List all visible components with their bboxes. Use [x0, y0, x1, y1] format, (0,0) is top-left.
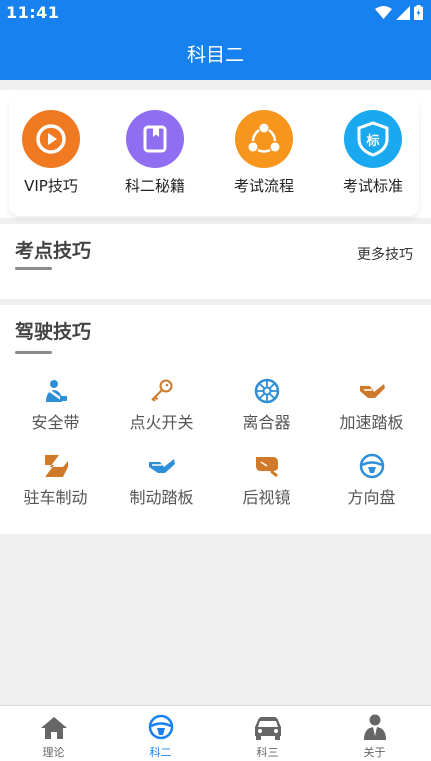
system-icons [375, 5, 423, 20]
status-bar: 11:41 [0, 0, 431, 26]
quick-entry-standard[interactable]: 标 考试标准 [323, 110, 423, 196]
quick-entry-label: 考试标准 [342, 177, 403, 195]
skill-label: 加速踏板 [339, 413, 404, 432]
tab-subject-three[interactable]: 科三 [214, 706, 321, 761]
tab-label: 理论 [42, 746, 65, 759]
steering-wheel-icon [148, 714, 173, 740]
battery-icon [414, 5, 423, 20]
seatbelt-icon [45, 380, 67, 403]
tab-label: 科三 [256, 746, 279, 759]
section-underline [15, 267, 52, 270]
wifi-icon [375, 5, 392, 19]
skill-item-handbrake[interactable]: 驻车制动 [2, 452, 109, 508]
quick-entry-label: VIP技巧 [24, 177, 78, 195]
clutch-icon [254, 378, 279, 404]
person-icon [363, 714, 386, 740]
skill-label: 安全带 [31, 413, 80, 432]
section-title: 考点技巧 [15, 240, 92, 262]
car-icon [254, 717, 281, 740]
shield-badge-icon: 标 [344, 110, 402, 168]
home-icon [40, 717, 67, 739]
skill-label: 离合器 [242, 413, 291, 432]
brake-pedal-icon [148, 459, 175, 473]
handbrake-icon [44, 455, 68, 477]
driving-skills-section: 驾驶技巧 安全带 点火开关 离合器 加速踏板 驻车制动 制动踏板 后视镜 方向盘 [0, 305, 431, 534]
quick-entry-vip[interactable]: VIP技巧 [1, 110, 101, 196]
quick-entry-card: VIP技巧 科二秘籍 考试流程 标 考试标准 [9, 96, 419, 216]
accelerator-pedal-icon [359, 384, 385, 398]
skill-label: 方向盘 [347, 488, 396, 507]
quick-entry-secrets[interactable]: 科二秘籍 [105, 110, 205, 196]
skill-label: 制动踏板 [129, 488, 194, 507]
skill-item-accelerator[interactable]: 加速踏板 [318, 377, 425, 433]
tab-about[interactable]: 关于 [321, 706, 428, 761]
skill-item-brake-pedal[interactable]: 制动踏板 [108, 452, 215, 508]
section-title: 驾驶技巧 [15, 321, 92, 343]
tab-theory[interactable]: 理论 [0, 706, 107, 761]
status-time: 11:41 [6, 3, 60, 22]
skill-label: 驻车制动 [23, 488, 88, 507]
badge-text: 标 [366, 133, 380, 149]
section-underline [15, 351, 52, 354]
skill-label: 点火开关 [129, 413, 194, 432]
steering-wheel-icon [359, 453, 384, 479]
skill-label: 后视镜 [242, 488, 291, 507]
signal-icon [396, 5, 410, 20]
tips-section: 考点技巧 更多技巧 [0, 224, 431, 299]
skill-item-seatbelt[interactable]: 安全带 [2, 377, 109, 433]
tab-label: 科二 [149, 746, 172, 759]
quick-entry-flow[interactable]: 考试流程 [214, 110, 314, 196]
app-bar: 科目二 [0, 26, 431, 80]
bottom-tab-bar: 理论 科二 科三 关于 [0, 705, 431, 761]
skill-item-ignition[interactable]: 点火开关 [108, 377, 215, 433]
tab-label: 关于 [363, 746, 386, 759]
quick-entry-label: 科二秘籍 [124, 177, 185, 195]
quick-entry-label: 考试流程 [233, 177, 294, 195]
play-circle-icon [22, 110, 80, 168]
skill-item-clutch[interactable]: 离合器 [213, 377, 320, 433]
more-tips-link[interactable]: 更多技巧 [357, 244, 413, 264]
mirror-icon [255, 457, 278, 477]
page-title: 科目二 [186, 43, 244, 66]
flow-icon [235, 110, 293, 168]
skill-item-mirror[interactable]: 后视镜 [213, 452, 320, 508]
skill-item-steering-wheel[interactable]: 方向盘 [318, 452, 425, 508]
key-icon [150, 379, 172, 402]
quick-entry-panel: VIP技巧 科二秘籍 考试流程 标 考试标准 [0, 90, 431, 218]
book-icon [126, 110, 184, 168]
tab-subject-two[interactable]: 科二 [107, 706, 214, 761]
